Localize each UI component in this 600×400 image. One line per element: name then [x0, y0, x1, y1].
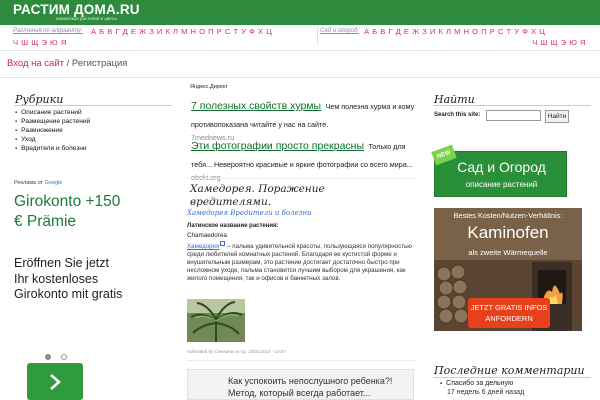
teaser-block[interactable]: Как успокоить непослушного ребенка?! Мет… [187, 369, 414, 400]
site-header: РАСТИМ ДОМА.RU комнатные растения и цвет… [0, 0, 600, 25]
garden-banner[interactable]: NEW Сад и Огород описание растений [431, 144, 567, 197]
login-link[interactable]: Вход на сайт [7, 58, 64, 69]
garden-alphabet-letters-2[interactable]: Ч Ш Щ Э Ю Я [532, 38, 586, 47]
divider [187, 360, 417, 361]
article-submitted: Submitted by Снежана on ср, 10/01/2014 -… [187, 349, 286, 354]
rubrika-item[interactable]: Описание растений [15, 108, 90, 117]
plants-alphabet-label[interactable]: Растения по алфавиту: [13, 28, 83, 34]
google-ad-label: Реклама от Google [14, 180, 62, 186]
alphabet-divider [317, 28, 318, 44]
article-category[interactable]: Хамедорея Вредители и болезни [187, 209, 312, 217]
google-ad-label-prefix: Реклама от [14, 180, 44, 186]
kaminofen-ad-title: Kaminofen [467, 223, 549, 242]
kaminofen-ad[interactable]: Bestes Kosten/Nutzen-Verhältnis: Kaminof… [434, 208, 582, 331]
kaminofen-ad-subtitle: als zweite Wärmequelle [468, 248, 548, 257]
divider [0, 77, 600, 78]
yandex-ad-title[interactable]: Эти фотографии просто прекрасны [191, 140, 364, 152]
garden-alphabet-nav: Сад и огород: А Б В Г Д Е Ж З И К Л М Н … [320, 26, 600, 47]
site-logo-subtitle: комнатные растения и цветы [56, 16, 117, 21]
comment-item[interactable]: Спасибо за дельную [440, 380, 513, 387]
yandex-direct-label[interactable]: Яндекс.Директ [190, 84, 228, 90]
teaser-text[interactable]: Как успокоить непослушного ребенка?! Мет… [228, 375, 410, 399]
google-logo: Google [44, 180, 63, 186]
plants-alphabet-letters-2[interactable]: Ч Ш Щ Э Ю Я [13, 38, 67, 47]
google-ad-go-button[interactable] [27, 363, 83, 400]
rubrika-item[interactable]: Уход [15, 135, 90, 144]
search-label: Search this site: [434, 112, 481, 118]
yandex-ad-title[interactable]: 7 полезных свойств хурмы [191, 100, 321, 112]
kaminofen-ad-cta-button[interactable]: JETZT GRATIS INFOS ANFORDERN [468, 298, 550, 328]
article-plant-link[interactable]: Хамедорея [187, 243, 219, 250]
article-body: Хамедорея – пальма удивительной красоты,… [187, 241, 417, 283]
search-button[interactable]: Найти [545, 110, 569, 123]
rubrika-item[interactable]: Вредители и болезни [15, 144, 90, 153]
carousel-dot-active[interactable] [45, 354, 51, 360]
rubrika-item[interactable]: Размещение растений [15, 117, 90, 126]
garden-banner-title: Сад и Огород [457, 159, 546, 175]
carousel-dot[interactable] [61, 354, 68, 360]
breadcrumb: Вход на сайт / Регистрация [7, 58, 127, 69]
article-thumbnail[interactable] [187, 299, 245, 342]
site-logo-title[interactable]: РАСТИМ ДОМА.RU [13, 2, 140, 17]
search-input[interactable] [486, 110, 541, 121]
latin-name-label: Латинское название растения: [187, 223, 279, 229]
garden-banner-subtitle: описание растений [465, 180, 538, 189]
google-ad-body[interactable]: Eröffnen Sie jetzt Ihr kostenloses Girok… [14, 256, 124, 303]
comments-list: Спасибо за дельную [440, 380, 513, 387]
divider [433, 377, 591, 378]
garden-alphabet-letters-1[interactable]: А Б В Г Д Е Ж З И К Л М Н О П Р С Т У Ф … [364, 27, 545, 36]
garden-alphabet-label[interactable]: Сад и огород: [320, 28, 359, 34]
plants-alphabet-nav: Растения по алфавиту: А Б В Г Д Е Ж З И … [13, 26, 318, 47]
comments-heading: Последние комментарии [434, 364, 585, 377]
divider [0, 50, 600, 51]
ad-carousel-dots [45, 345, 72, 364]
comment-meta: 17 недель 6 дней назад [447, 389, 525, 396]
google-ad-headline[interactable]: Girokonto +150 € Prämie [14, 192, 124, 232]
article-title[interactable]: Хамедорея. Поражение вредителями. [190, 183, 355, 208]
divider [14, 105, 172, 106]
article-body-text: – пальма удивительной красоты, пользующа… [187, 243, 412, 282]
kaminofen-ad-tagline: Bestes Kosten/Nutzen-Verhältnis: [453, 211, 563, 220]
palm-image-icon [187, 299, 245, 342]
plants-alphabet-letters-1[interactable]: А Б В Г Д Е Ж З И К Л М Н О П Р С Т У Ф … [91, 27, 272, 36]
rubriki-list: Описание растений Размещение растений Ра… [15, 108, 90, 153]
divider [188, 178, 418, 179]
yandex-ad[interactable]: Эти фотографии просто прекрасны Только д… [191, 136, 416, 182]
rubrika-item[interactable]: Размножение [15, 126, 90, 135]
divider [433, 105, 591, 106]
breadcrumb-current: Регистрация [71, 58, 128, 69]
chevron-right-icon [50, 374, 61, 390]
latin-name-value: Chamaedorea [187, 232, 227, 239]
breadcrumb-separator: / [66, 58, 70, 69]
